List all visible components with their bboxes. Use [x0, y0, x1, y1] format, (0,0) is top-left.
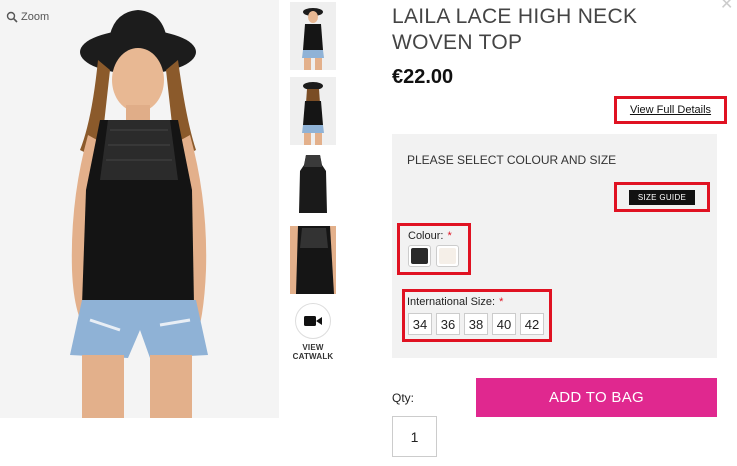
size-required-mark: *	[499, 296, 504, 308]
thumbnail-front-image	[302, 8, 324, 70]
catwalk-label: VIEW CATWALK	[290, 343, 336, 361]
magnifier-icon	[6, 11, 18, 23]
size-selector: International Size: * 34 36 38 40 42	[402, 289, 552, 342]
colour-label: Colour: *	[408, 230, 452, 242]
qty-label: Qty:	[392, 391, 415, 405]
size-option[interactable]: 42	[520, 313, 544, 335]
catwalk-circle	[295, 303, 331, 339]
qty-input[interactable]	[392, 416, 437, 457]
thumbnail-flat[interactable]	[290, 151, 336, 219]
main-product-image[interactable]: Zoom	[0, 0, 279, 418]
thumbnail-back[interactable]	[290, 77, 336, 145]
zoom-label: Zoom	[21, 11, 50, 23]
size-option[interactable]: 40	[492, 313, 516, 335]
video-camera-icon	[304, 316, 322, 326]
colour-required-mark: *	[447, 230, 452, 242]
size-option[interactable]: 34	[408, 313, 432, 335]
colour-swatch-cream[interactable]	[436, 245, 459, 267]
catwalk-label-line2: CATWALK	[292, 352, 334, 361]
view-full-details-link[interactable]: View Full Details	[630, 104, 711, 116]
size-guide-highlight: SIZE GUIDE	[614, 182, 710, 212]
size-option[interactable]: 38	[464, 313, 488, 335]
colour-label-text: Colour:	[408, 230, 444, 242]
thumbnail-detail-image	[290, 226, 336, 294]
thumbnail-back-image	[302, 82, 324, 145]
thumbnail-front[interactable]	[290, 2, 336, 70]
options-panel: PLEASE SELECT COLOUR AND SIZE SIZE GUIDE…	[392, 134, 717, 358]
colour-selector: Colour: *	[397, 223, 471, 275]
thumbnail-flat-image	[299, 155, 327, 213]
size-option[interactable]: 36	[436, 313, 460, 335]
product-title: LAILA LACE HIGH NECK WOVEN TOP	[392, 5, 638, 54]
catwalk-label-line1: VIEW	[302, 343, 324, 352]
size-label-text: International Size:	[407, 296, 496, 308]
size-label: International Size: *	[407, 296, 503, 308]
view-catwalk-button[interactable]: VIEW CATWALK	[290, 303, 336, 361]
model-photo	[70, 10, 208, 418]
zoom-control[interactable]: Zoom	[6, 11, 49, 23]
product-price: €22.00	[392, 66, 454, 88]
colour-swatch-black[interactable]	[408, 245, 431, 267]
size-guide-button[interactable]: SIZE GUIDE	[628, 189, 696, 205]
view-full-details-highlight: View Full Details	[614, 96, 727, 124]
add-to-bag-button[interactable]: ADD TO BAG	[476, 378, 717, 417]
close-icon[interactable]: ✕	[720, 0, 733, 14]
select-prompt: PLEASE SELECT COLOUR AND SIZE	[407, 153, 617, 167]
thumbnail-detail[interactable]	[290, 226, 336, 294]
